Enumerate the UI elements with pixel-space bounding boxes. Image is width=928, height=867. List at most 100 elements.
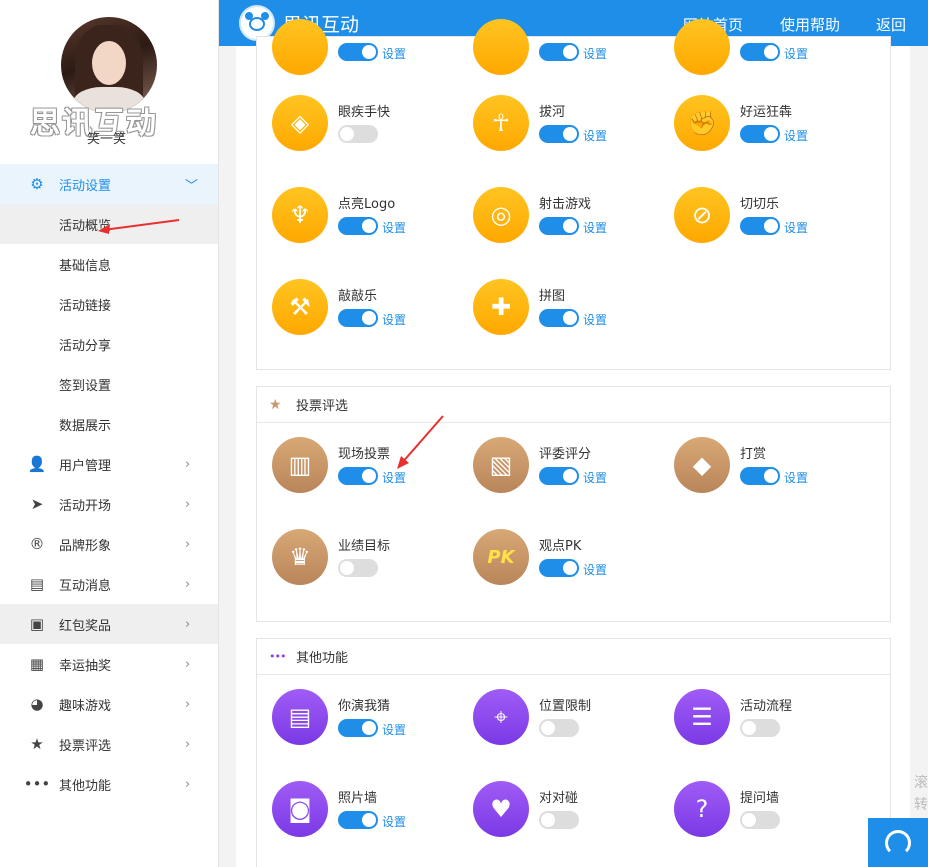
sidebar-item-label: 品牌形象	[59, 538, 112, 554]
sidebar-item-brand[interactable]: ® 品牌形象 ›	[0, 524, 218, 564]
feature-item: ✚ 拼图 设置	[473, 279, 663, 339]
feature-setting-link[interactable]: 设置	[382, 311, 406, 328]
feature-toggle[interactable]	[740, 217, 780, 235]
feature-setting-link[interactable]: 设置	[382, 813, 406, 830]
chevron-right-icon: ›	[185, 496, 191, 512]
feature-setting-link[interactable]: 设置	[382, 721, 406, 738]
feature-setting-link[interactable]: 设置	[583, 45, 607, 62]
feature-setting-link[interactable]: 设置	[583, 127, 607, 144]
feature-toggle[interactable]	[539, 467, 579, 485]
feature-toggle[interactable]	[338, 217, 378, 235]
nav-back-link[interactable]: 返回	[876, 14, 906, 35]
feature-toggle[interactable]	[338, 467, 378, 485]
sidebar-item-activity-settings[interactable]: ⚙ 活动设置 ﹀	[0, 164, 218, 204]
other-card-header: ••• 其他功能	[257, 639, 890, 675]
section-title: 投票评选	[296, 399, 349, 414]
hammer-icon: ⚒	[272, 279, 328, 335]
more-dots-icon: •••	[269, 650, 286, 663]
feature-name: 射击游戏	[539, 197, 592, 212]
feature-toggle[interactable]	[539, 125, 579, 143]
sidebar-item-opening[interactable]: ➤ 活动开场 ›	[0, 484, 218, 524]
chevron-right-icon: ›	[185, 456, 191, 472]
registered-icon: ®	[29, 535, 45, 553]
star-icon: ★	[30, 735, 44, 753]
feature-toggle[interactable]	[539, 811, 579, 829]
vote-card: ★ 投票评选 ▥ 现场投票 设置 ▧ 评委评分 设置 ◆ 打赏 设置 ♛ 业绩目标 PK 观点PK 设置	[256, 386, 891, 622]
feature-name: 观点PK	[539, 539, 582, 554]
sidebar: 思讯互动 笑一笑 ⚙ 活动设置 ﹀ 活动概览 基础信息 活动链接 活动分享 签到…	[0, 0, 219, 867]
sidebar-item-label: 互动消息	[59, 578, 112, 594]
gift-box-icon: ▣	[29, 615, 45, 633]
feature-name: 对对碰	[539, 791, 579, 806]
feature-item: ♆ 点亮Logo 设置	[272, 187, 462, 247]
feature-toggle[interactable]	[338, 309, 378, 327]
username: 笑一笑	[87, 132, 127, 147]
feature-name: 眼疾手快	[338, 105, 391, 120]
sidebar-item-label: 活动设置	[59, 178, 112, 194]
feature-toggle[interactable]	[539, 217, 579, 235]
slice-icon: ⊘	[674, 187, 730, 243]
sidebar-subitem-basic-info[interactable]: 基础信息	[0, 244, 218, 284]
sidebar-item-users[interactable]: 👤 用户管理 ›	[0, 444, 218, 484]
feature-toggle[interactable]	[740, 43, 780, 61]
feature-toggle[interactable]	[338, 559, 378, 577]
feature-toggle[interactable]	[338, 811, 378, 829]
feature-partial-1: 设置	[272, 19, 462, 79]
feature-toggle[interactable]	[338, 125, 378, 143]
clapperboard-icon: ▤	[272, 689, 328, 745]
feature-name: 拼图	[539, 289, 566, 304]
feature-toggle[interactable]	[539, 719, 579, 737]
feature-name: 切切乐	[740, 197, 780, 212]
feature-toggle[interactable]	[740, 125, 780, 143]
feature-toggle[interactable]	[338, 719, 378, 737]
feature-item: ⊘ 切切乐 设置	[674, 187, 864, 247]
feature-toggle[interactable]	[539, 43, 579, 61]
sidebar-item-messages[interactable]: ▤ 互动消息 ›	[0, 564, 218, 604]
feature-setting-link[interactable]: 设置	[583, 311, 607, 328]
more-dots-icon: •••	[23, 775, 51, 793]
sidebar-item-label: 趣味游戏	[59, 698, 112, 714]
feature-setting-link[interactable]: 设置	[382, 219, 406, 236]
gear-icon: ⚙	[30, 175, 44, 193]
sidebar-item-label: 其他功能	[59, 778, 112, 794]
feature-name: 活动流程	[740, 699, 793, 714]
feature-toggle[interactable]	[539, 309, 579, 327]
sidebar-item-voting[interactable]: ★ 投票评选 ›	[0, 724, 218, 764]
feature-item: ▤ 你演我猜 设置	[272, 689, 462, 749]
sidebar-item-label: 投票评选	[59, 738, 112, 754]
feature-toggle[interactable]	[539, 559, 579, 577]
feature-toggle[interactable]	[740, 811, 780, 829]
sidebar-subitem-data[interactable]: 数据展示	[0, 404, 218, 444]
feature-setting-link[interactable]: 设置	[382, 45, 406, 62]
feature-setting-link[interactable]: 设置	[784, 469, 808, 486]
chevron-down-icon: ﹀	[185, 178, 199, 194]
eye-icon: ◈	[272, 95, 328, 151]
feature-item: ♥ 对对碰	[473, 781, 663, 841]
feature-name: 好运狂犇	[740, 105, 793, 120]
location-pin-icon: ⌖	[473, 689, 529, 745]
sidebar-subitem-links[interactable]: 活动链接	[0, 284, 218, 324]
sidebar-item-label: 幸运抽奖	[59, 658, 112, 674]
feature-setting-link[interactable]: 设置	[784, 127, 808, 144]
feature-item: ◙ 照片墙 设置	[272, 781, 462, 841]
feature-item: ✊ 好运狂犇 设置	[674, 95, 864, 155]
feature-setting-link[interactable]: 设置	[784, 219, 808, 236]
feature-setting-link[interactable]: 设置	[583, 561, 607, 578]
sidebar-item-other[interactable]: ••• 其他功能 ›	[0, 764, 218, 804]
feature-name: 打赏	[740, 447, 767, 462]
sidebar-item-red-packets[interactable]: ▣ 红包奖品 ›	[0, 604, 218, 644]
feature-item: ♛ 业绩目标	[272, 529, 462, 589]
feature-setting-link[interactable]: 设置	[784, 45, 808, 62]
feature-toggle[interactable]	[338, 43, 378, 61]
sidebar-item-games[interactable]: ◕ 趣味游戏 ›	[0, 684, 218, 724]
sidebar-item-lottery[interactable]: ▦ 幸运抽奖 ›	[0, 644, 218, 684]
sidebar-subitem-checkin[interactable]: 签到设置	[0, 364, 218, 404]
feature-setting-link[interactable]: 设置	[583, 469, 607, 486]
feature-toggle[interactable]	[740, 467, 780, 485]
customer-service-button[interactable]	[868, 818, 928, 867]
feature-toggle[interactable]	[740, 719, 780, 737]
section-title: 其他功能	[296, 651, 349, 666]
sidebar-subitem-share[interactable]: 活动分享	[0, 324, 218, 364]
feature-setting-link[interactable]: 设置	[583, 219, 607, 236]
main-content: 设置 设置 设置 ◈ 眼疾手快 ☥ 拔河 设置 ✊ 好运狂犇 设置 ♆ 点亮Logo 设置 ◎ 射击游戏…	[236, 19, 910, 867]
